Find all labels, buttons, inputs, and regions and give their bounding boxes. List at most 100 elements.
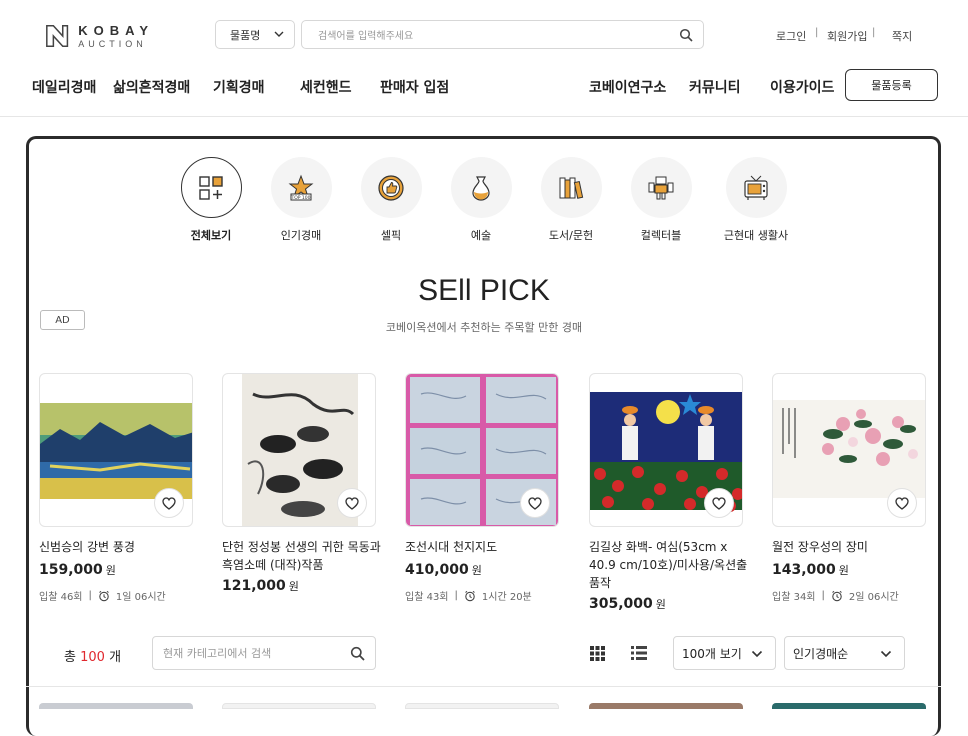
svg-text:TOP 100: TOP 100 <box>290 195 310 201</box>
wishlist-heart-button[interactable] <box>337 488 367 518</box>
per-page-value: 100개 보기 <box>682 646 742 661</box>
product-card[interactable]: 신범승의 강변 풍경 159,000 원 입찰 46회 | 1일 06시간 <box>39 373 193 603</box>
category-modern-life[interactable]: 근현대 생활사 <box>716 157 796 243</box>
per-page-select[interactable]: 100개 보기 <box>673 636 776 670</box>
wishlist-heart-button[interactable] <box>887 488 917 518</box>
sort-select[interactable]: 인기경매순 <box>784 636 905 670</box>
category-icon-wrap: TOP 100 <box>270 157 332 218</box>
note-link[interactable]: 쪽지 <box>892 28 912 44</box>
nav-guide[interactable]: 이용가이드 <box>770 77 834 97</box>
product-name[interactable]: 신범승의 강변 풍경 <box>39 538 199 556</box>
product-meta: 입찰 43회 | 1시간 20분 <box>405 590 532 603</box>
heart-icon <box>162 496 176 510</box>
product-price: 143,000 원 <box>772 562 849 578</box>
search-type-select[interactable]: 물품명 <box>215 20 295 49</box>
books-icon <box>559 177 584 199</box>
nav-community[interactable]: 커뮤니티 <box>689 77 741 97</box>
product-image[interactable] <box>222 373 376 527</box>
product-name[interactable]: 월전 장우성의 장미 <box>772 538 932 556</box>
category-icon-wrap <box>540 157 602 218</box>
wishlist-heart-button[interactable] <box>154 488 184 518</box>
product-meta: 입찰 34회 | 2일 06시간 <box>772 590 899 603</box>
time-left: 1일 06시간 <box>115 592 166 603</box>
category-label: 예술 <box>470 229 492 242</box>
chevron-down-icon <box>880 650 892 658</box>
logo-text-sub: AUCTION <box>78 38 147 49</box>
login-link[interactable]: 로그인 <box>776 28 806 44</box>
category-label: 근현대 생활사 <box>723 229 789 242</box>
product-card[interactable]: 단헌 정성봉 선생의 귀한 목동과 흑염소떼 (대작)작품 121,000 원 <box>222 373 381 594</box>
product-price: 410,000 원 <box>405 562 482 578</box>
top-header <box>0 0 968 117</box>
nav-life-trace-auction[interactable]: 삶의흔적경매 <box>113 77 190 97</box>
section-title: SEll PICK <box>418 274 550 307</box>
total-count: 총 100 개 <box>64 650 122 665</box>
product-image[interactable] <box>39 373 193 527</box>
vase-icon <box>472 175 490 201</box>
chevron-down-icon <box>274 31 284 37</box>
category-search-input[interactable]: 현재 카테고리에서 검색 <box>152 636 376 670</box>
sort-value: 인기경매순 <box>793 646 849 661</box>
product-image[interactable] <box>589 373 743 527</box>
product-price: 305,000 원 <box>589 596 666 612</box>
product-card[interactable]: 김길상 화백- 여심(53cm x 40.9 cm/10호)/미사용/옥션출품작… <box>589 373 747 612</box>
top100-star-icon: TOP 100 <box>288 174 314 201</box>
search-input[interactable]: 검색어를 입력해주세요 <box>301 20 704 49</box>
category-sellpick[interactable]: 셀픽 <box>351 157 431 243</box>
search-icon[interactable] <box>350 646 365 661</box>
product-price: 121,000 원 <box>222 578 299 594</box>
alarm-clock-icon <box>465 590 475 601</box>
alarm-clock-icon <box>99 590 109 601</box>
search-placeholder: 검색어를 입력해주세요 <box>318 31 414 42</box>
category-label: 도서/문헌 <box>548 229 594 242</box>
product-card[interactable]: 월전 장우성의 장미 143,000 원 입찰 34회 | 2일 06시간 <box>772 373 926 603</box>
category-art[interactable]: 예술 <box>441 157 521 243</box>
heart-icon <box>712 496 726 510</box>
time-left: 1시간 20분 <box>481 592 532 603</box>
category-label: 셀픽 <box>380 229 402 242</box>
category-icon-wrap <box>725 157 787 218</box>
next-row-card-peek <box>772 703 926 709</box>
category-icon-wrap <box>450 157 512 218</box>
product-name[interactable]: 김길상 화백- 여심(53cm x 40.9 cm/10호)/미사용/옥션출품작 <box>589 538 749 592</box>
category-all[interactable]: 전체보기 <box>171 157 251 243</box>
product-card[interactable]: 조선시대 천지지도 410,000 원 입찰 43회 | 1시간 20분 <box>405 373 559 603</box>
register-item-button[interactable]: 물품등록 <box>845 69 938 101</box>
heart-icon <box>345 496 359 510</box>
category-collectible[interactable]: 컬렉터블 <box>621 157 701 243</box>
category-icon-wrap <box>360 157 422 218</box>
search-icon[interactable] <box>679 28 693 42</box>
product-name[interactable]: 조선시대 천지지도 <box>405 538 565 556</box>
category-label: 인기경매 <box>280 229 322 242</box>
time-left: 2일 06시간 <box>848 592 899 603</box>
util-divider: | <box>815 27 819 38</box>
product-price: 159,000 원 <box>39 562 116 578</box>
product-name[interactable]: 단헌 정성봉 선생의 귀한 목동과 흑염소떼 (대작)작품 <box>222 538 382 574</box>
nav-kobay-lab[interactable]: 코베이연구소 <box>589 77 666 97</box>
category-icon-wrap <box>180 157 242 218</box>
logo-text-main: KOBAY <box>78 22 154 38</box>
category-popular[interactable]: TOP 100 인기경매 <box>261 157 341 243</box>
grid-plus-icon <box>199 175 223 200</box>
list-view-icon[interactable] <box>631 646 647 660</box>
nav-planned-auction[interactable]: 기획경매 <box>213 77 265 97</box>
bid-count: 입찰 43회 <box>405 592 449 603</box>
section-subtitle: 코베이옥션에서 추천하는 주목할 만한 경매 <box>385 321 583 334</box>
product-image[interactable] <box>405 373 559 527</box>
wishlist-heart-button[interactable] <box>704 488 734 518</box>
logo-mark-icon <box>46 24 69 48</box>
product-image[interactable] <box>772 373 926 527</box>
signup-link[interactable]: 회원가입 <box>827 28 867 44</box>
wishlist-heart-button[interactable] <box>520 488 550 518</box>
next-row-card-peek <box>222 703 376 709</box>
grid-view-icon[interactable] <box>590 646 605 661</box>
kobay-logo[interactable]: KOBAY AUCTION <box>44 20 154 52</box>
nav-daily-auction[interactable]: 데일리경매 <box>32 77 96 97</box>
nav-seller-join[interactable]: 판매자 입점 <box>380 77 449 97</box>
next-row-card-peek <box>39 703 193 709</box>
category-books[interactable]: 도서/문헌 <box>531 157 611 243</box>
heart-icon <box>528 496 542 510</box>
product-meta: 입찰 46회 | 1일 06시간 <box>39 590 166 603</box>
alarm-clock-icon <box>832 590 842 601</box>
nav-second-hand[interactable]: 세컨핸드 <box>300 77 352 97</box>
